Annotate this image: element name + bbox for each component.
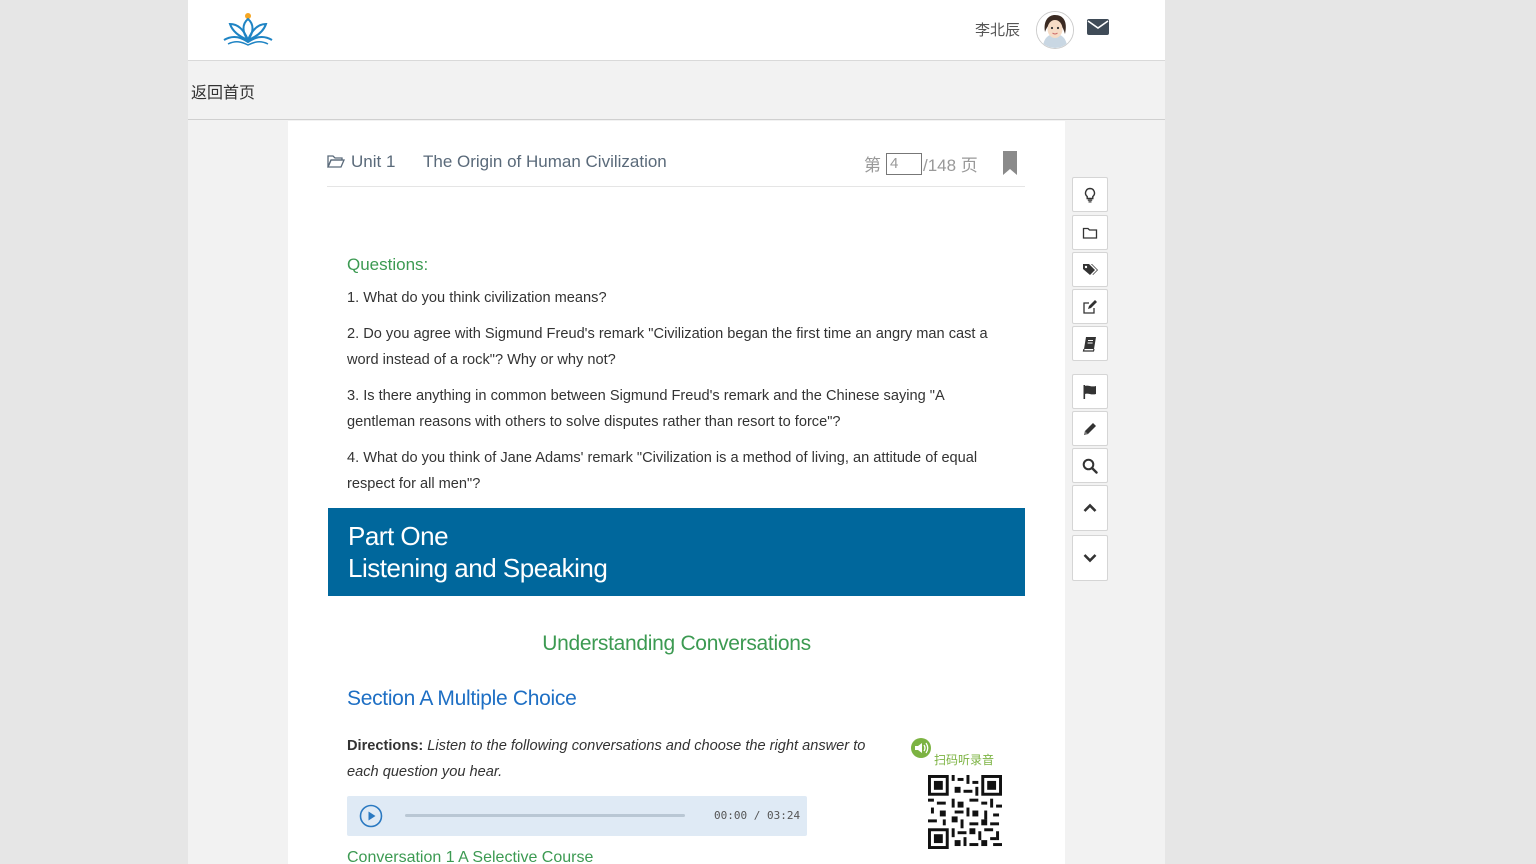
- avatar-image: [1037, 12, 1073, 48]
- avatar[interactable]: [1036, 11, 1074, 49]
- question-item: 1. What do you think civilization means?: [347, 290, 607, 306]
- chevron-down-icon: [1083, 554, 1097, 563]
- directions-body: Listen to the following conversations an…: [347, 738, 866, 780]
- tags-icon: [1083, 263, 1098, 275]
- directions-label: Directions:: [347, 738, 424, 754]
- questions-heading: Questions:: [347, 255, 429, 274]
- question-item: 4. What do you think of Jane Adams' rema…: [347, 450, 978, 492]
- unit-label[interactable]: Unit 1: [351, 152, 395, 172]
- top-bar: 李北辰: [188, 0, 1165, 61]
- tool-tags-button[interactable]: [1072, 252, 1108, 287]
- page-header: Unit 1 The Origin of Human Civilization …: [327, 121, 1025, 187]
- scroll-up-button[interactable]: [1072, 485, 1108, 531]
- folder-icon: [1082, 227, 1098, 239]
- search-icon: [1082, 458, 1098, 474]
- conversation-title[interactable]: Conversation 1 A Selective Course: [347, 849, 593, 864]
- chevron-up-icon: [1083, 503, 1097, 512]
- tool-pencil-button[interactable]: [1072, 411, 1108, 446]
- tool-hint-button[interactable]: [1072, 177, 1108, 212]
- tool-book-button[interactable]: [1072, 326, 1108, 361]
- audio-player: 00:00 / 03:24: [347, 796, 807, 836]
- back-home-link[interactable]: 返回首页: [191, 79, 255, 103]
- lightbulb-icon: [1084, 187, 1096, 202]
- book-icon: [1082, 336, 1096, 352]
- tool-flag-button[interactable]: [1072, 374, 1108, 409]
- scroll-down-button[interactable]: [1072, 535, 1108, 581]
- tool-folder-button[interactable]: [1072, 215, 1108, 250]
- page-number-input[interactable]: [886, 152, 922, 175]
- question-item: 2. Do you agree with Sigmund Freud's rem…: [347, 326, 988, 368]
- folder-open-icon: [327, 155, 345, 168]
- qr-code-block: 扫码听录音: [908, 735, 1008, 855]
- audio-time: 00:00 / 03:24: [714, 809, 801, 822]
- page-total: /148 页: [923, 156, 978, 175]
- directions-text: Directions: Listen to the following conv…: [347, 733, 895, 785]
- tool-edit-button[interactable]: [1072, 289, 1108, 324]
- page-navigator: 第 /148 页: [864, 151, 978, 176]
- username[interactable]: 李北辰: [975, 19, 1020, 40]
- subsection-title: Understanding Conversations: [542, 632, 811, 655]
- pencil-icon: [1084, 422, 1096, 435]
- qr-code-image[interactable]: [928, 775, 1002, 849]
- flag-icon: [1083, 384, 1096, 399]
- page-prefix: 第: [864, 156, 881, 175]
- edit-icon: [1083, 299, 1097, 314]
- mail-icon[interactable]: [1086, 17, 1110, 37]
- part-banner: Part One Listening and Speaking: [328, 508, 1025, 596]
- part-number: Part One: [348, 521, 449, 551]
- speaker-icon: [911, 738, 931, 758]
- section-title: Section A Multiple Choice: [347, 687, 577, 710]
- question-item: 3. Is there anything in common between S…: [347, 388, 944, 430]
- qr-label: 扫码听录音: [934, 753, 995, 767]
- audio-progress-track[interactable]: [405, 814, 685, 817]
- back-bar: 返回首页: [188, 61, 1165, 120]
- tool-search-button[interactable]: [1072, 448, 1108, 483]
- play-icon[interactable]: [359, 804, 383, 828]
- unit-title[interactable]: The Origin of Human Civilization: [423, 152, 667, 172]
- reader-page: Unit 1 The Origin of Human Civilization …: [288, 121, 1065, 864]
- bookmark-icon[interactable]: [1002, 150, 1018, 176]
- app-frame: 李北辰 返回首页 Unit 1 The Origin of Human Civi…: [188, 0, 1165, 864]
- part-title: Listening and Speaking: [348, 553, 608, 583]
- logo-icon[interactable]: [220, 10, 276, 46]
